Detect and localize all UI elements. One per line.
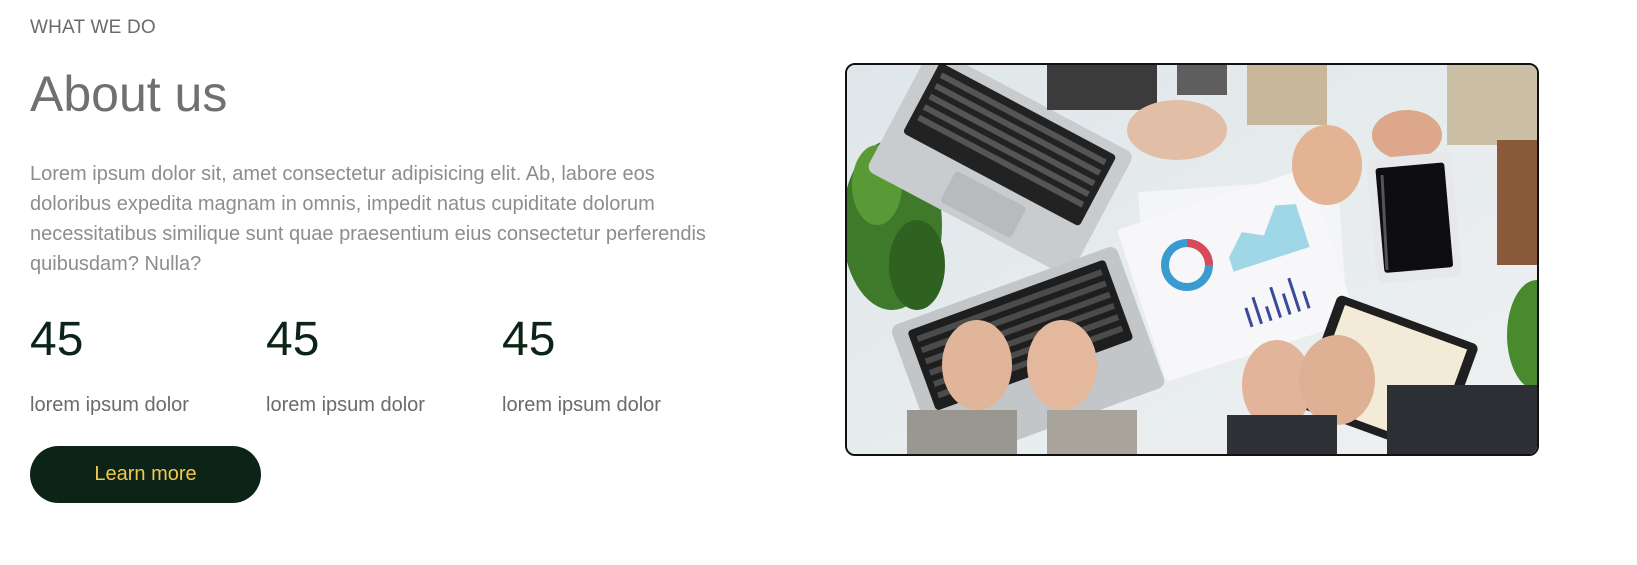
photo-illustration [847,65,1537,454]
stat-label: lorem ipsum dolor [30,394,189,416]
about-section: WHAT WE DO About us Lorem ipsum dolor si… [0,0,1637,565]
section-title: About us [30,66,228,122]
stat-label: lorem ipsum dolor [266,394,425,416]
stats-row: 45 lorem ipsum dolor 45 lorem ipsum dolo… [30,312,730,422]
stat-label: lorem ipsum dolor [502,394,661,416]
learn-more-button[interactable]: Learn more [30,446,261,503]
section-description: Lorem ipsum dolor sit, amet consectetur … [30,163,706,275]
stat-value: 45 [502,313,556,366]
section-eyebrow: WHAT WE DO [30,17,156,38]
stat-value: 45 [30,313,84,366]
team-meeting-photo [845,63,1539,456]
stat-value: 45 [266,313,320,366]
tablet [1367,152,1462,284]
